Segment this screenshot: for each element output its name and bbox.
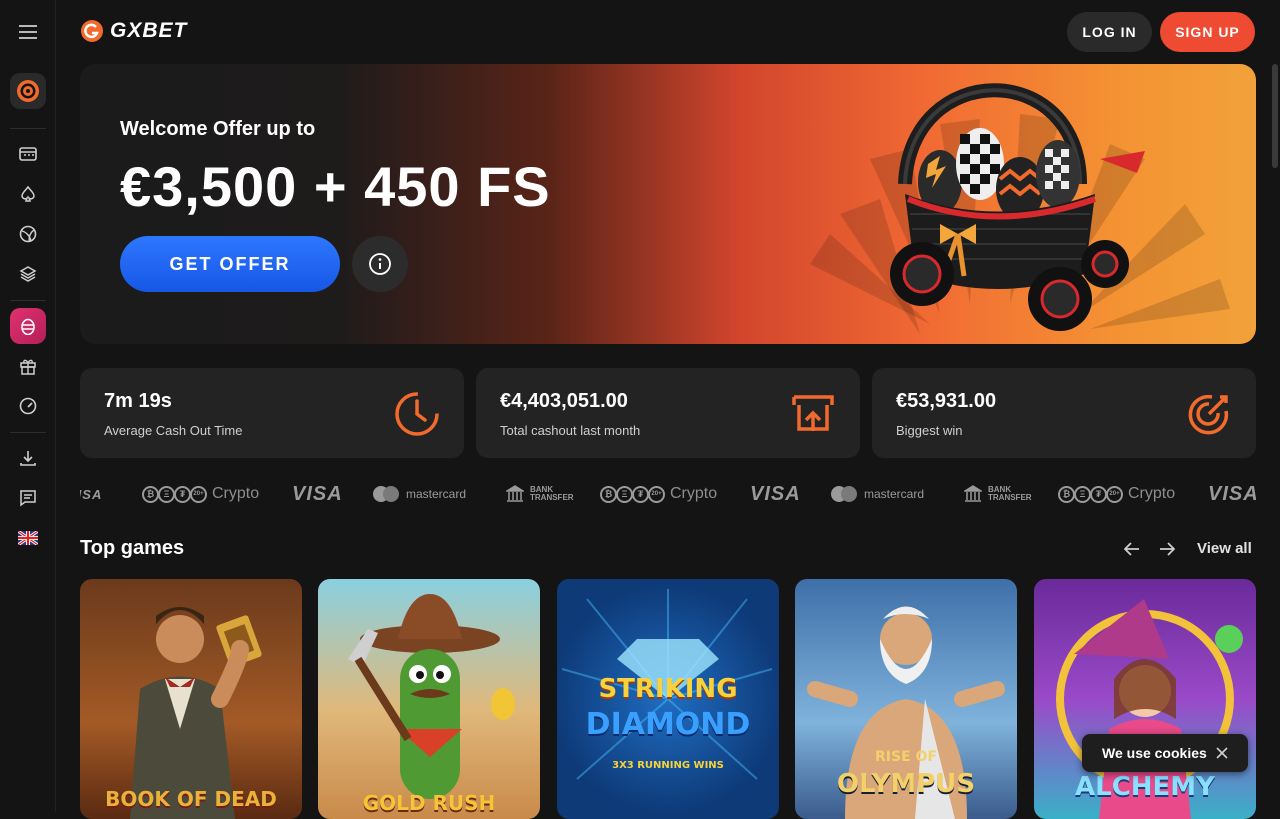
login-button[interactable]: LOG IN <box>1067 12 1152 52</box>
game-title-line2: DIAMOND <box>585 707 751 742</box>
gx-logo-icon <box>81 20 103 42</box>
game-card-alchemy[interactable]: ALCHEMY <box>1034 579 1256 819</box>
target-icon <box>1188 394 1229 435</box>
stat-value: €4,403,051.00 <box>500 390 628 412</box>
game-card-rise-of-olympus[interactable]: RISE OF OLYMPUS <box>795 579 1017 819</box>
cookie-close-button[interactable] <box>1212 743 1232 763</box>
hero-subtitle: Welcome Offer up to <box>120 118 316 140</box>
hero-title: €3,500 + 450 FS <box>120 155 551 218</box>
sidebar-item-speed[interactable] <box>10 388 46 424</box>
slots-icon <box>19 147 37 161</box>
egg-icon <box>21 318 35 335</box>
arrow-right-icon <box>1160 542 1175 556</box>
uk-flag-icon <box>18 531 38 545</box>
game-title: STRIKING <box>598 674 738 704</box>
game-title: ALCHEMY <box>1075 772 1215 802</box>
game-card-gold-rush[interactable]: GOLD RUSH <box>318 579 540 819</box>
gauge-icon <box>19 397 37 415</box>
game-card-striking-diamond[interactable]: STRIKING DIAMOND 3X3 RUNNING WINS <box>557 579 779 819</box>
bank-transfer-logo: BANK TRANSFER <box>506 474 574 514</box>
info-button[interactable] <box>352 236 408 292</box>
sidebar-item-more[interactable] <box>10 256 46 292</box>
sidebar-item-chat[interactable] <box>10 480 46 516</box>
signup-button[interactable]: SIGN UP <box>1160 12 1255 52</box>
stat-card-cashout-time: 7m 19s Average Cash Out Time <box>80 368 464 458</box>
hero-illustration <box>810 83 1230 334</box>
game-thumbnail <box>130 607 262 819</box>
game-thumbnail <box>348 594 515 799</box>
menu-icon[interactable] <box>10 14 46 50</box>
mastercard-logo: mastercard <box>372 474 466 514</box>
brand-logo[interactable]: GXBET <box>80 19 187 43</box>
visa-logo: VISA <box>750 482 801 505</box>
game-title: RISE OF <box>875 749 937 765</box>
game-title: BOOK OF DEAD <box>105 787 277 811</box>
gift-icon <box>20 359 36 375</box>
scrollbar-thumb[interactable] <box>1272 64 1278 168</box>
layers-icon <box>19 266 37 282</box>
brand-name: GXBET <box>110 19 188 42</box>
hero-banner: Welcome Offer up to €3,500 + 450 FS GET … <box>80 64 1256 344</box>
crypto-logo: ₿ Ξ ₮ 20+ Crypto <box>1058 474 1175 514</box>
stat-label: Average Cash Out Time <box>104 423 243 438</box>
top-games-title: Top games <box>80 537 185 559</box>
sidebar-item-live-casino[interactable] <box>10 176 46 212</box>
sidebar-item-promotions[interactable] <box>10 348 46 384</box>
game-title-line2: OLYMPUS <box>836 769 976 799</box>
prev-arrow-button[interactable] <box>1120 537 1144 561</box>
ball-icon <box>19 225 37 243</box>
sidebar <box>0 0 56 812</box>
sidebar-item-casino[interactable] <box>10 136 46 172</box>
next-arrow-button[interactable] <box>1155 537 1179 561</box>
stat-label: Total cashout last month <box>500 423 641 438</box>
sidebar-item-download[interactable] <box>10 440 46 476</box>
spade-icon <box>21 185 35 202</box>
game-tagline: 3X3 RUNNING WINS <box>612 760 724 771</box>
payment-methods-strip: VISA ₿Ξ₮20+ Crypto VISA mastercard BANKT… <box>80 474 1256 514</box>
target-logo-icon <box>17 80 39 102</box>
stat-value: €53,931.00 <box>896 390 997 412</box>
stat-label: Biggest win <box>896 423 963 438</box>
visa-logo: VISA <box>1208 482 1256 505</box>
sidebar-item-language[interactable] <box>10 520 46 556</box>
close-icon <box>1216 747 1228 759</box>
info-icon <box>369 253 391 275</box>
mastercard-logo: mastercard <box>830 474 924 514</box>
arrow-left-icon <box>1124 542 1139 556</box>
cookie-text: We use cookies <box>1102 745 1207 761</box>
crypto-logo: ₿ Ξ ₮ 20+ Crypto <box>142 474 259 514</box>
get-offer-button[interactable]: GET OFFER <box>120 236 340 292</box>
sidebar-item-home[interactable] <box>10 73 46 109</box>
cashout-icon <box>792 395 834 431</box>
bank-transfer-logo: BANK TRANSFER <box>964 474 1032 514</box>
game-title: GOLD RUSH <box>362 791 496 815</box>
top-bar: GXBET LOG IN SIGN UP <box>56 0 1280 64</box>
cookie-toast: We use cookies <box>1082 734 1248 772</box>
stat-card-total-cashout: €4,403,051.00 Total cashout last month <box>476 368 860 458</box>
view-all-link[interactable]: View all <box>1197 540 1252 557</box>
game-card-book-of-dead[interactable]: BOOK OF DEAD <box>80 579 302 819</box>
stat-value: 7m 19s <box>104 390 172 412</box>
sidebar-item-sports[interactable] <box>10 216 46 252</box>
timer-icon <box>395 392 439 436</box>
download-icon <box>20 451 36 466</box>
crypto-logo: ₿ Ξ ₮ 20+ Crypto <box>600 474 717 514</box>
chat-icon <box>20 490 36 507</box>
visa-logo: VISA <box>80 486 103 502</box>
sidebar-item-easter[interactable] <box>10 308 46 344</box>
stat-card-biggest-win: €53,931.00 Biggest win <box>872 368 1256 458</box>
visa-logo: VISA <box>292 482 343 505</box>
